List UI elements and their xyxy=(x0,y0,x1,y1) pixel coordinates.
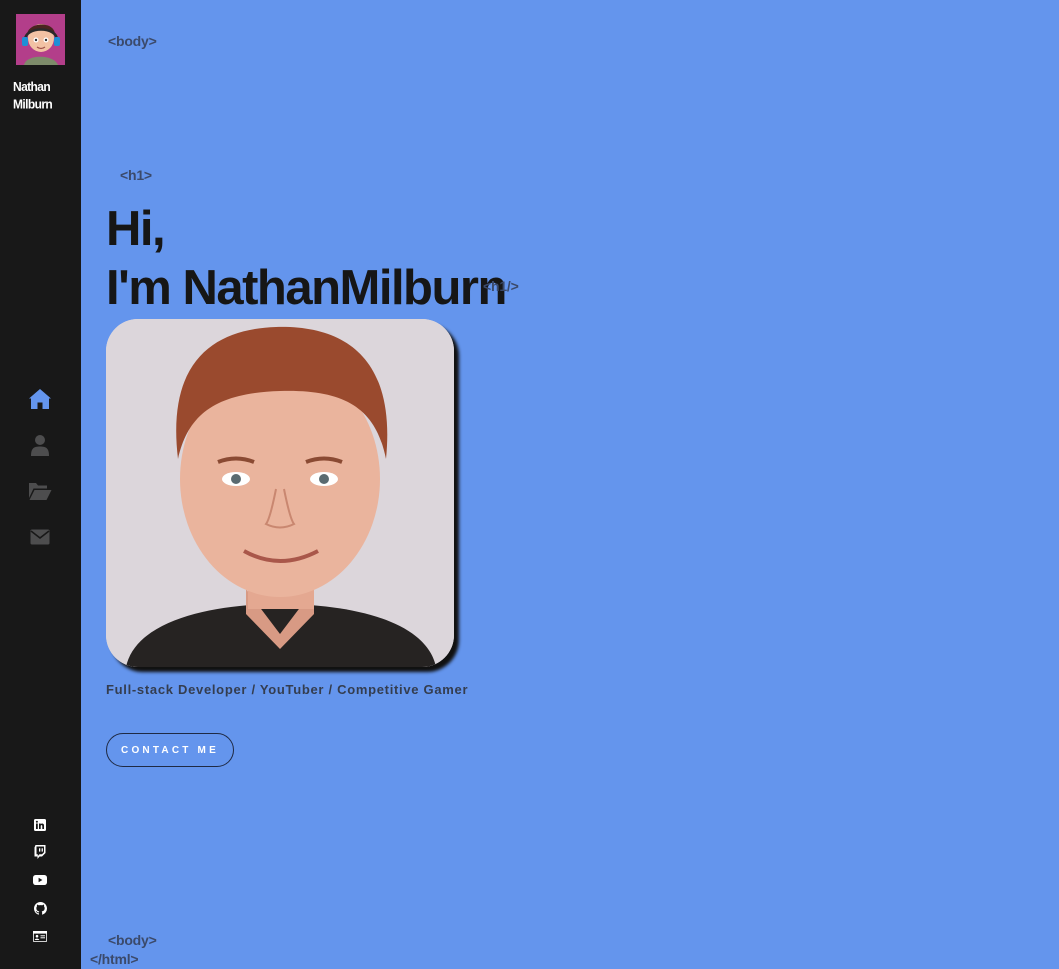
logo-name: Nathan Milburn xyxy=(13,78,73,114)
linkedin-icon xyxy=(34,819,46,831)
envelope-icon xyxy=(30,529,50,545)
contact-me-button[interactable]: CONTACT ME xyxy=(106,733,234,767)
github-link[interactable] xyxy=(32,900,48,916)
hero-subtitle: Full-stack Developer / YouTuber / Compet… xyxy=(106,682,469,697)
github-icon xyxy=(33,901,47,915)
logo-name-first: Nathan xyxy=(13,79,51,94)
nav-projects[interactable] xyxy=(28,479,52,503)
hero-greeting: Hi, xyxy=(106,202,166,256)
nav-contact[interactable] xyxy=(28,525,52,549)
hero-heading: Hi, I'm NathanMilburn xyxy=(106,200,507,318)
twitch-icon xyxy=(34,845,46,859)
avatar-illustration xyxy=(16,14,65,65)
h1-open-tag: <h1> xyxy=(120,167,152,183)
linkedin-link[interactable] xyxy=(32,817,48,833)
id-card-icon xyxy=(33,930,47,942)
user-icon xyxy=(31,435,49,456)
body-open-tag: <body> xyxy=(108,33,157,49)
logo-name-last: Milburn xyxy=(13,97,53,112)
logo-avatar[interactable] xyxy=(16,14,65,65)
body-close-tag: <body> xyxy=(108,932,157,948)
hero-name: I'm NathanMilburn xyxy=(106,261,507,315)
resume-link[interactable] xyxy=(32,928,48,944)
sidebar: Nathan Milburn xyxy=(0,0,81,969)
youtube-icon xyxy=(33,875,47,885)
home-icon xyxy=(29,389,51,409)
folder-open-icon xyxy=(29,483,52,500)
portrait-image xyxy=(106,319,454,667)
h1-close-tag: <h1/> xyxy=(483,278,519,294)
twitch-link[interactable] xyxy=(32,844,48,860)
html-close-tag: </html> xyxy=(90,951,139,967)
profile-photo xyxy=(106,319,454,667)
nav-about[interactable] xyxy=(28,433,52,457)
nav-home[interactable] xyxy=(28,387,52,411)
youtube-link[interactable] xyxy=(32,872,48,888)
